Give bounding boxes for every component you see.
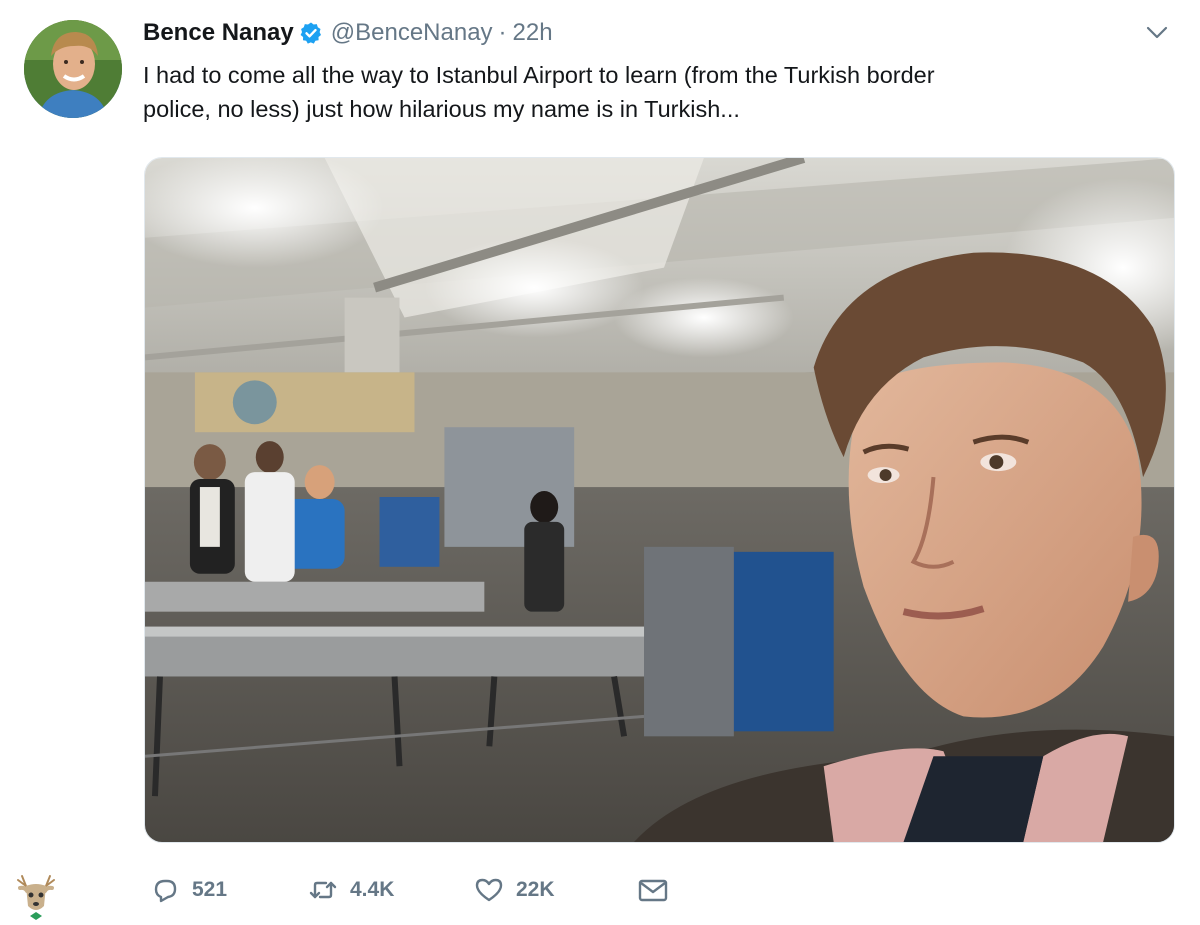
tweet-header: Bence Nanay @BenceNanay · 22h (143, 16, 1170, 50)
heart-icon (475, 878, 503, 902)
airport-selfie-photo (145, 158, 1174, 842)
verified-badge-icon (299, 21, 323, 45)
tweet-timestamp[interactable]: 22h (513, 19, 553, 47)
reply-button[interactable]: 521 (148, 868, 227, 912)
deer-icon (8, 872, 64, 922)
retweet-button[interactable]: 4.4K (306, 868, 394, 912)
direct-message-button[interactable] (636, 868, 670, 912)
user-handle[interactable]: @BenceNanay (331, 19, 493, 47)
display-name[interactable]: Bence Nanay (143, 19, 294, 47)
reply-bubble-icon (154, 879, 177, 903)
retweet-count: 4.4K (350, 878, 395, 901)
chevron-down-icon[interactable] (1144, 22, 1170, 44)
like-button[interactable]: 22K (472, 868, 555, 912)
envelope-icon (638, 879, 668, 902)
avatar[interactable] (24, 20, 122, 118)
tweet-photo[interactable] (144, 157, 1175, 843)
separator-dot: · (498, 19, 507, 46)
tweet-text: I had to come all the way to Istanbul Ai… (143, 62, 935, 122)
retweet-icon (309, 881, 337, 899)
reply-count: 521 (192, 878, 228, 901)
like-count: 22K (516, 878, 555, 901)
avatar-photo (24, 20, 122, 118)
tweet-actions: 521 4.4K 22K (0, 868, 1200, 912)
